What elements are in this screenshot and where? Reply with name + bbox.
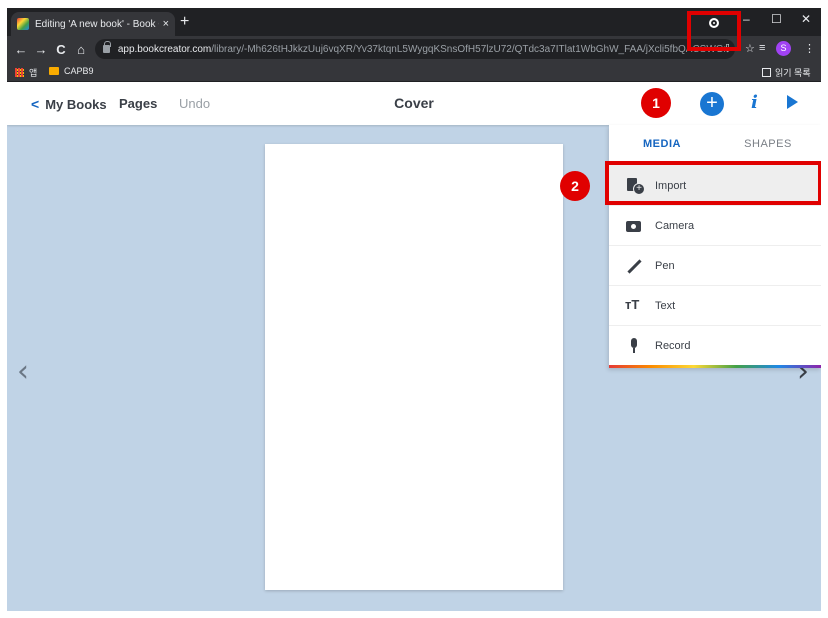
pen-icon	[625, 257, 643, 275]
minimize-button[interactable]: –	[743, 12, 750, 26]
camera-icon	[625, 217, 643, 235]
menu-item-label: Camera	[655, 219, 695, 232]
profile-avatar[interactable]: S	[776, 41, 791, 56]
menu-item-pen[interactable]: Pen	[609, 245, 821, 285]
apps-label: 앱	[29, 68, 38, 78]
bookmark-folder-capb9[interactable]: CAPB9	[49, 66, 94, 76]
bookmarks-bar: 앱 CAPB9 읽기 목록	[7, 62, 821, 82]
app-header: < My Books Pages Undo Cover + i	[7, 82, 821, 125]
reading-mode-icon[interactable]: ≡	[759, 42, 765, 54]
more-menu-icon[interactable]: ⋮	[804, 42, 815, 55]
browser-tab[interactable]: Editing 'A new book' - Book Cr ×	[11, 12, 175, 36]
book-page-canvas[interactable]	[265, 144, 563, 590]
callout-badge-2: 2	[560, 171, 590, 201]
tab-media[interactable]: MEDIA	[609, 125, 715, 165]
menu-item-text[interactable]: тT Text	[609, 285, 821, 325]
lock-icon[interactable]	[103, 41, 111, 53]
new-tab-button[interactable]: +	[180, 13, 189, 31]
url-path: /library/-Mh626tHJkkzUuj6vqXR/Yv37ktqnL5…	[211, 43, 727, 55]
reading-list-label: 읽기 목록	[775, 68, 811, 78]
maximize-button[interactable]: ☐	[771, 12, 782, 26]
menu-item-record[interactable]: Record	[609, 325, 821, 365]
menu-item-label: Pen	[655, 259, 675, 272]
tab-close-icon[interactable]: ×	[163, 18, 169, 30]
bookcreator-favicon-icon	[17, 18, 29, 30]
add-button-highlight-box	[687, 11, 741, 51]
reload-icon[interactable]: C	[51, 42, 71, 57]
address-bar[interactable]: app.bookcreator.com/library/-Mh626tHJkkz…	[95, 39, 735, 59]
import-highlight-box	[605, 161, 821, 205]
apps-shortcut[interactable]: 앱	[15, 66, 37, 79]
menu-item-label: Text	[655, 299, 676, 312]
rainbow-divider	[609, 365, 821, 368]
url-domain: app.bookcreator.com	[117, 43, 212, 55]
page-title: Cover	[394, 95, 434, 111]
menu-item-camera[interactable]: Camera	[609, 205, 821, 245]
callout-badge-1: 1	[641, 88, 671, 118]
play-icon[interactable]	[787, 95, 798, 109]
browser-tab-title: Editing 'A new book' - Book Cr	[35, 18, 159, 30]
bookmark-folder-label: CAPB9	[64, 66, 94, 76]
forward-arrow-icon[interactable]: →	[31, 42, 51, 57]
mic-icon	[625, 337, 643, 355]
reading-list-icon	[762, 68, 771, 77]
apps-grid-icon	[15, 68, 24, 77]
add-plus-button[interactable]: +	[700, 92, 724, 116]
folder-icon	[49, 67, 59, 75]
url-text: app.bookcreator.com/library/-Mh626tHJkkz…	[118, 44, 727, 55]
menu-tabs: MEDIA SHAPES	[609, 125, 821, 165]
text-icon: тT	[625, 296, 640, 312]
back-arrow-icon[interactable]: ←	[11, 42, 31, 57]
previous-page-arrow[interactable]: ‹	[17, 354, 29, 389]
reading-list-button[interactable]: 읽기 목록	[762, 66, 811, 79]
info-button[interactable]: i	[751, 92, 758, 113]
menu-item-label: Record	[655, 339, 691, 352]
home-icon[interactable]: ⌂	[71, 42, 91, 57]
app-frame: Editing 'A new book' - Book Cr × + – ☐ ✕…	[7, 8, 821, 611]
tab-shapes[interactable]: SHAPES	[715, 125, 821, 165]
close-window-button[interactable]: ✕	[801, 12, 811, 26]
bookmark-star-icon[interactable]: ☆	[745, 42, 755, 55]
